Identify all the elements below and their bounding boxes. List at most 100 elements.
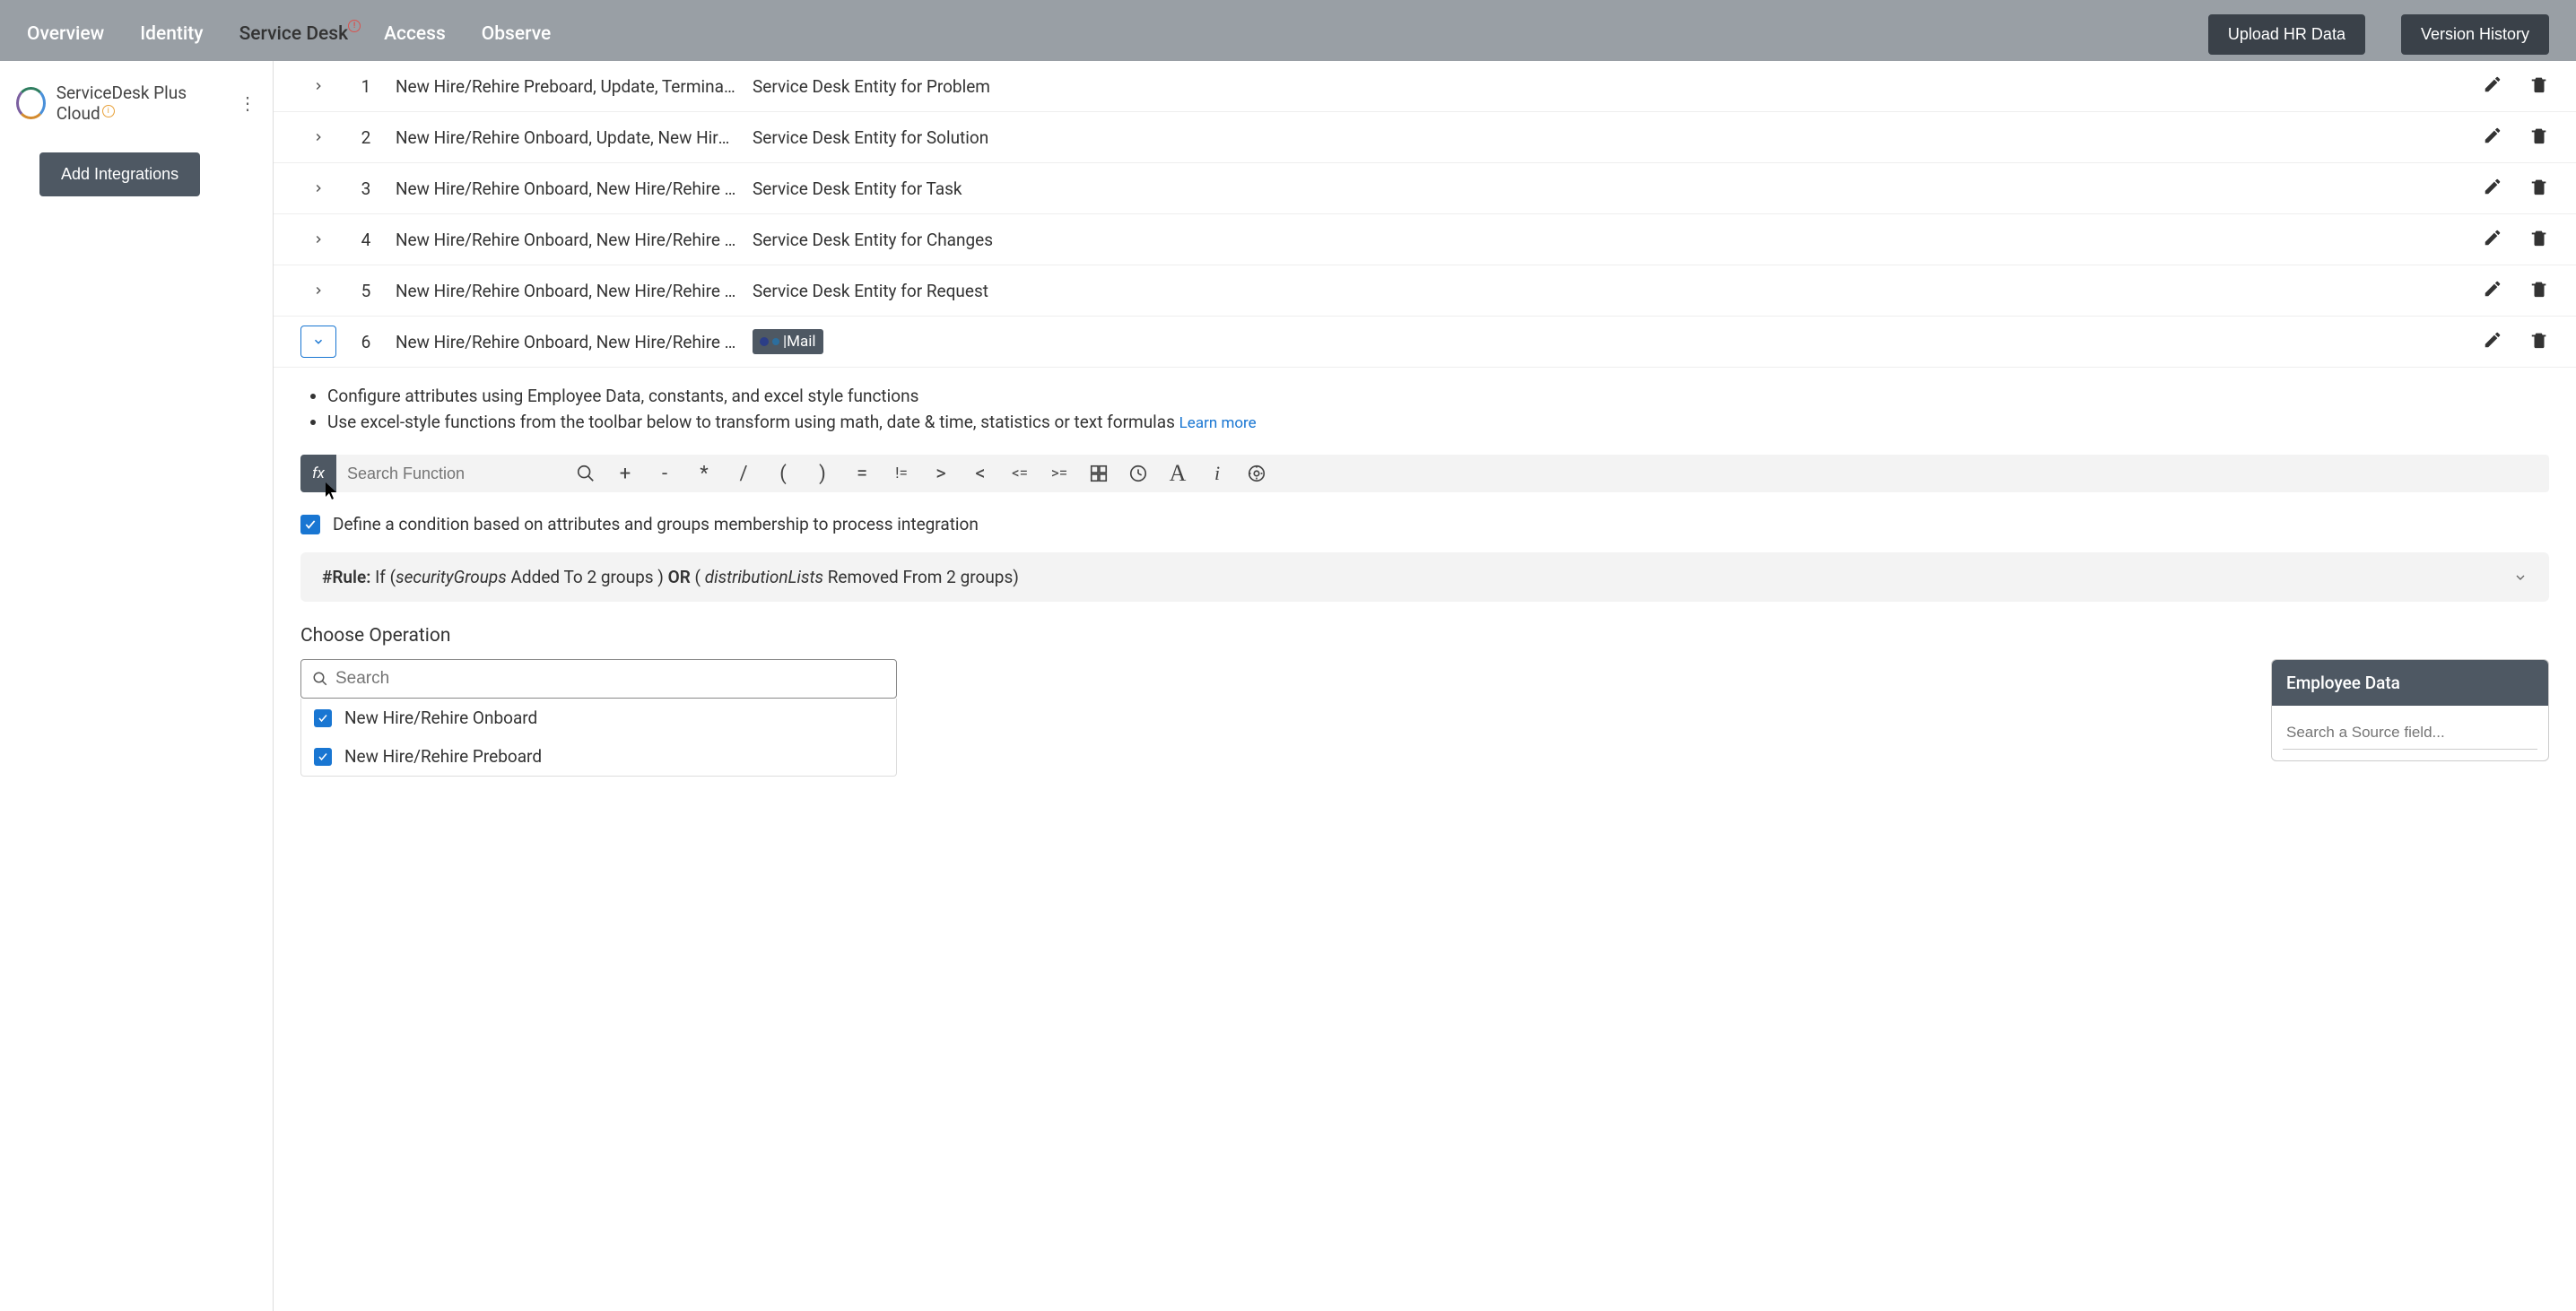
row-operation-label: New Hire/Rehire Onboard, Update, New Hir… [396, 127, 736, 148]
delete-icon[interactable] [2529, 279, 2549, 302]
delete-icon[interactable] [2529, 74, 2549, 98]
nav-observe[interactable]: Observe [482, 23, 551, 45]
operation-search-input[interactable] [335, 669, 885, 689]
delete-icon[interactable] [2529, 177, 2549, 200]
operator-button[interactable]: / [724, 455, 763, 492]
row-operation-label: New Hire/Rehire Preboard, Update, Termin… [396, 76, 736, 97]
employee-data-title: Employee Data [2272, 660, 2548, 706]
operator-button[interactable]: >= [1040, 455, 1079, 492]
condition-checkbox[interactable] [300, 515, 320, 534]
operation-list-item[interactable]: New Hire/Rehire Onboard [301, 699, 896, 737]
main-content: 1 New Hire/Rehire Preboard, Update, Termi… [274, 61, 2576, 1311]
row-number: 1 [352, 76, 379, 97]
row-entity-label: Service Desk Entity for Problem [753, 76, 2467, 97]
condition-label: Define a condition based on attributes a… [333, 514, 979, 534]
edit-icon[interactable] [2483, 177, 2502, 200]
operator-button[interactable]: ) [803, 455, 842, 492]
table-row: 1 New Hire/Rehire Preboard, Update, Termi… [274, 61, 2576, 112]
row-entity-label: Service Desk Entity for Solution [753, 127, 2467, 148]
operator-button[interactable]: > [921, 455, 961, 492]
row-operation-label: New Hire/Rehire Onboard, New Hire/Rehire… [396, 178, 736, 199]
row-entity-label: Service Desk Entity for Task [753, 178, 2467, 199]
alert-icon: ! [348, 20, 361, 32]
edit-icon[interactable] [2483, 74, 2502, 98]
info-icon: i [102, 105, 115, 117]
chevron-down-icon[interactable] [300, 326, 336, 358]
operator-button[interactable]: != [882, 455, 921, 492]
nav-access[interactable]: Access [384, 23, 446, 45]
row-number: 4 [352, 230, 379, 250]
app-logo-icon [16, 87, 46, 119]
table-row: 2 New Hire/Rehire Onboard, Update, New Hi… [274, 112, 2576, 163]
config-hint-1: Configure attributes using Employee Data… [327, 384, 2549, 410]
operator-button[interactable]: ( [763, 455, 803, 492]
operator-button[interactable]: < [961, 455, 1000, 492]
row-number: 6 [352, 332, 379, 352]
info-category-icon[interactable]: i [1197, 455, 1237, 492]
upload-hr-data-button[interactable]: Upload HR Data [2208, 14, 2365, 55]
chevron-right-icon[interactable] [300, 121, 336, 153]
employee-data-panel: Employee Data [2271, 659, 2549, 761]
operation-label: New Hire/Rehire Preboard [344, 746, 542, 767]
sidebar: ServiceDesk Plus Cloudi ⋮ Add Integratio… [0, 61, 274, 1311]
row-entity-label: Service Desk Entity for Request [753, 281, 2467, 301]
operation-search[interactable] [300, 659, 897, 699]
function-toolbar: fx +-*/()=!=><<=>= A i [300, 455, 2549, 492]
table-row: 6 New Hire/Rehire Onboard, New Hire/Rehir… [274, 317, 2576, 368]
delete-icon[interactable] [2529, 126, 2549, 149]
operation-checkbox[interactable] [314, 709, 332, 727]
rule-summary[interactable]: #Rule: If (securityGroups Added To 2 gro… [300, 552, 2549, 602]
row-operation-label: New Hire/Rehire Onboard, New Hire/Rehire… [396, 332, 736, 352]
nav-service-desk[interactable]: Service Desk ! [239, 23, 349, 45]
chevron-right-icon[interactable] [300, 172, 336, 204]
table-row: 4 New Hire/Rehire Onboard, New Hire/Rehir… [274, 214, 2576, 265]
misc-category-icon[interactable] [1237, 455, 1276, 492]
chevron-right-icon[interactable] [300, 274, 336, 307]
edit-icon[interactable] [2483, 279, 2502, 302]
operation-checkbox[interactable] [314, 748, 332, 766]
datetime-category-icon[interactable] [1118, 455, 1158, 492]
delete-icon[interactable] [2529, 228, 2549, 251]
table-row: 5 New Hire/Rehire Onboard, New Hire/Rehir… [274, 265, 2576, 317]
add-integrations-button[interactable]: Add Integrations [39, 152, 200, 196]
sidebar-app-title: ServiceDesk Plus Cloudi [57, 82, 228, 124]
operator-button[interactable]: - [645, 455, 684, 492]
operation-list-item[interactable]: New Hire/Rehire Preboard [301, 737, 896, 776]
text-category-icon[interactable]: A [1158, 455, 1197, 492]
sidebar-kebab-menu-icon[interactable]: ⋮ [239, 92, 257, 114]
nav-overview[interactable]: Overview [27, 23, 104, 45]
operator-button[interactable]: + [605, 455, 645, 492]
row-entity-label: |Mail [753, 329, 2467, 354]
operation-label: New Hire/Rehire Onboard [344, 708, 537, 728]
employee-data-search-input[interactable] [2283, 716, 2537, 750]
math-category-icon[interactable] [1079, 455, 1118, 492]
row-operation-label: New Hire/Rehire Onboard, New Hire/Rehire… [396, 281, 736, 301]
edit-icon[interactable] [2483, 126, 2502, 149]
version-history-button[interactable]: Version History [2401, 14, 2549, 55]
row-number: 3 [352, 178, 379, 199]
config-hint-2: Use excel-style functions from the toolb… [327, 410, 2549, 436]
row-number: 5 [352, 281, 379, 301]
edit-icon[interactable] [2483, 330, 2502, 353]
learn-more-link[interactable]: Learn more [1179, 414, 1257, 432]
operator-button[interactable]: = [842, 455, 882, 492]
function-search-input[interactable] [336, 455, 566, 492]
row-operation-label: New Hire/Rehire Onboard, New Hire/Rehire… [396, 230, 736, 250]
delete-icon[interactable] [2529, 330, 2549, 353]
nav-identity[interactable]: Identity [140, 23, 203, 45]
edit-icon[interactable] [2483, 228, 2502, 251]
row-number: 2 [352, 127, 379, 148]
choose-operation-title: Choose Operation [300, 625, 2549, 647]
top-navbar: Overview Identity Service Desk ! Access … [0, 7, 2576, 61]
search-icon [312, 671, 328, 687]
rule-text: #Rule: If (securityGroups Added To 2 gro… [322, 567, 1019, 587]
operator-button[interactable]: <= [1000, 455, 1040, 492]
chevron-down-icon [2513, 570, 2528, 585]
chevron-right-icon[interactable] [300, 70, 336, 102]
mail-badge[interactable]: |Mail [753, 329, 823, 354]
row-entity-label: Service Desk Entity for Changes [753, 230, 2467, 250]
fx-icon[interactable]: fx [300, 455, 336, 492]
operator-button[interactable]: * [684, 455, 724, 492]
search-icon[interactable] [566, 455, 605, 492]
chevron-right-icon[interactable] [300, 223, 336, 256]
